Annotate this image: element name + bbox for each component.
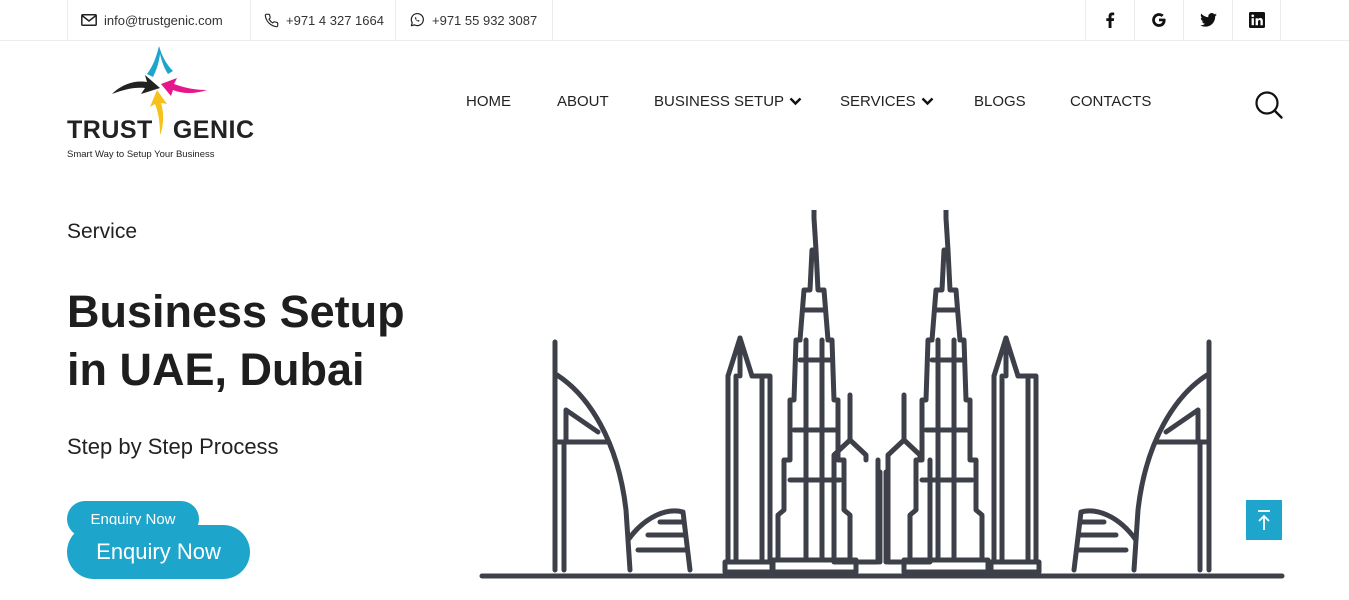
chevron-down-icon (789, 97, 802, 106)
scroll-to-top-button[interactable] (1246, 500, 1282, 540)
phone-text: +971 4 327 1664 (286, 12, 384, 28)
nav-label: CONTACTS (1070, 93, 1152, 110)
hero-title-line-1: Business Setup (67, 286, 405, 337)
linkedin-icon (1248, 12, 1265, 28)
twitter-link[interactable] (1183, 0, 1232, 40)
search-button[interactable] (1254, 90, 1284, 120)
enquiry-now-button[interactable]: Enquiry Now (67, 525, 250, 579)
whatsapp-icon (410, 12, 424, 27)
envelope-icon (81, 14, 97, 26)
email-contact[interactable]: info@trustgenic.com (67, 0, 251, 40)
email-text: info@trustgenic.com (104, 12, 223, 28)
phone-icon (264, 13, 279, 27)
nav-item-about[interactable]: ABOUT (557, 93, 609, 110)
google-link[interactable] (1134, 0, 1183, 40)
facebook-icon (1106, 12, 1115, 28)
nav-label: SERVICES (840, 93, 916, 110)
nav-item-home[interactable]: HOME (466, 93, 511, 110)
chevron-down-icon (921, 97, 933, 106)
logo-word-genic: GENIC (172, 116, 255, 144)
social-links (1085, 0, 1281, 40)
whatsapp-text: +971 55 932 3087 (432, 12, 538, 28)
nav-item-business-setup[interactable]: BUSINESS SETUP (654, 93, 802, 110)
nav-label: ABOUT (557, 93, 609, 110)
logo-tagline: Smart Way to Setup Your Business (67, 149, 215, 160)
hero-title: Business Setup in UAE, Dubai (67, 283, 487, 399)
logo-wordmark: TRUST GENIC (67, 116, 255, 145)
google-icon (1152, 13, 1166, 27)
nav-label: HOME (466, 93, 511, 110)
nav-label: BLOGS (974, 93, 1026, 110)
dubai-skyline-illustration (479, 210, 1285, 579)
whatsapp-contact[interactable]: +971 55 932 3087 (395, 0, 553, 40)
hero-eyebrow: Service (67, 220, 138, 243)
trustgenic-logo[interactable]: TRUST GENIC Smart Way to Setup Your Busin… (67, 46, 257, 163)
twitter-icon (1199, 13, 1217, 27)
linkedin-link[interactable] (1232, 0, 1281, 40)
nav-item-blogs[interactable]: BLOGS (974, 93, 1026, 110)
facebook-link[interactable] (1085, 0, 1134, 40)
hero-subtitle: Step by Step Process (67, 434, 279, 459)
search-icon (1255, 91, 1283, 119)
top-bar: info@trustgenic.com +971 4 327 1664 +971… (0, 0, 1349, 41)
nav-label: BUSINESS SETUP (654, 93, 785, 110)
arrow-up-icon (1258, 510, 1270, 530)
logo-word-trust: TRUST (67, 116, 153, 144)
nav-item-services[interactable]: SERVICES (840, 93, 934, 110)
phone-contact[interactable]: +971 4 327 1664 (250, 0, 396, 40)
nav-item-contacts[interactable]: CONTACTS (1070, 93, 1151, 110)
hero-title-line-2: in UAE, Dubai (67, 344, 365, 395)
